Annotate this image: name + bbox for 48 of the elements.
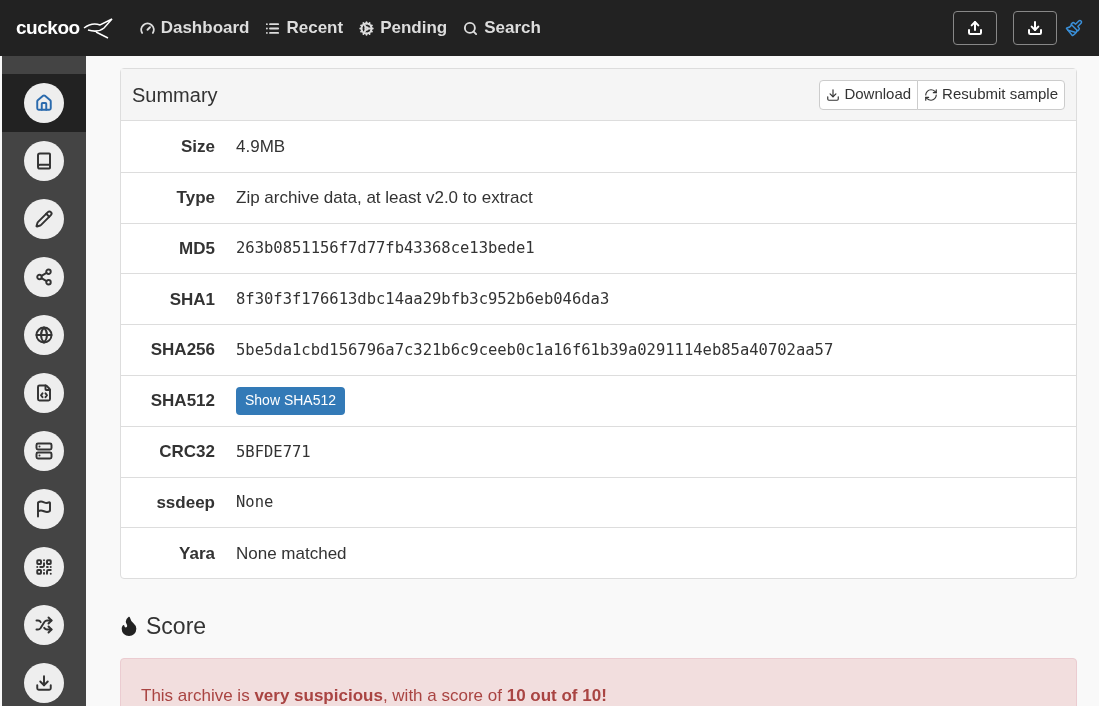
field-value: Zip archive data, at least v2.0 to extract: [236, 187, 533, 207]
field-value: None: [236, 493, 274, 512]
sidebar-item[interactable]: [2, 74, 86, 132]
field-label: ssdeep: [155, 491, 215, 514]
field-value: 4.9MB: [236, 136, 286, 156]
field-label: Size: [179, 135, 215, 158]
score-message: This archive is very suspicious, with a score of 10 out of 10!: [141, 685, 607, 705]
home-icon: [35, 94, 53, 112]
nav-link[interactable]: Recent: [265, 15, 344, 41]
server-icon: [35, 442, 53, 460]
nav-link[interactable]: Search: [463, 15, 541, 41]
download-icon: [1027, 20, 1043, 36]
search-icon: [463, 20, 479, 36]
pencil-icon: [35, 210, 53, 228]
upload-button[interactable]: [953, 11, 997, 45]
qrcode-icon: [35, 558, 53, 576]
resubmit-button[interactable]: Resubmit sample: [917, 79, 1065, 110]
field-label: SHA1: [168, 288, 215, 311]
show-hash-button[interactable]: Show SHA512: [236, 386, 346, 415]
field-value: 5be5da1cbd156796a7c321b6c9ceeb0c1a16f61b39a0291114eb85a40702aa57: [236, 340, 834, 359]
field-label: CRC32: [158, 440, 215, 463]
book-icon: [35, 152, 53, 170]
globe-icon: [35, 326, 53, 344]
nav-link[interactable]: Pending: [359, 15, 448, 41]
shuffle-icon: [35, 616, 53, 634]
logo-text[interactable]: cuckoo: [16, 13, 80, 43]
field-label: SHA512: [149, 390, 215, 413]
download-icon: [826, 87, 841, 102]
nav-link[interactable]: Dashboard: [139, 15, 250, 41]
field-value: 263b0851156f7d77fb43368ce13bede1: [236, 239, 535, 258]
code-icon: [35, 384, 53, 402]
field-label: MD5: [178, 237, 215, 260]
flag-icon: [35, 500, 53, 518]
panel-title: Summary: [132, 82, 218, 108]
share-icon: [35, 268, 53, 286]
field-value: 8f30f3f176613dbc14aa29bfb3c952b6eb046da3: [236, 290, 610, 309]
field-label: Yara: [178, 542, 215, 565]
download-button[interactable]: Download: [819, 79, 919, 110]
field-label: SHA256: [149, 339, 215, 362]
section-heading: Score: [146, 612, 207, 642]
brush-icon[interactable]: [1065, 19, 1083, 37]
download-button[interactable]: [1013, 11, 1057, 45]
bird-logo-icon: [81, 16, 116, 40]
field-label: Type: [175, 186, 215, 209]
field-value: None matched: [236, 543, 347, 563]
field-value: 5BFDE771: [236, 442, 311, 461]
upload-icon: [967, 20, 983, 36]
download-icon: [35, 674, 53, 692]
